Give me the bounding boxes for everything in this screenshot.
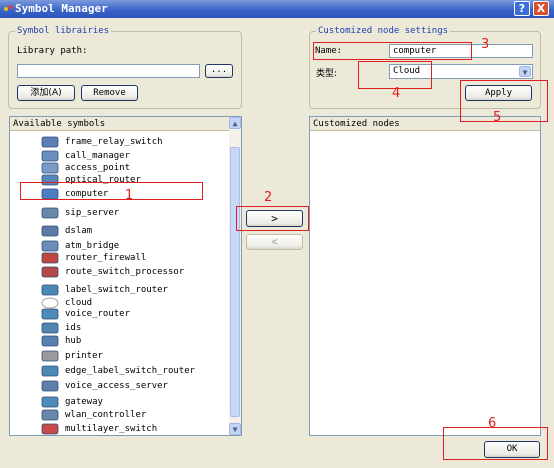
symbol-item-route-switch-processor[interactable]: route_switch_processor [40, 265, 184, 279]
hub-icon [41, 335, 59, 347]
symbol-item-label-switch-router[interactable]: label_switch_router [40, 283, 168, 297]
annotation-label-1: 1 [125, 188, 134, 203]
symbol-item-label: ids [65, 323, 82, 333]
symbol-item-label: printer [65, 351, 103, 361]
router-firewall-icon [41, 252, 59, 264]
voice-access-server-icon [41, 380, 59, 392]
symbol-item-label: multilayer_switch [65, 424, 158, 434]
symbol-item-printer[interactable]: printer [40, 349, 103, 363]
available-symbols-list[interactable]: Available symbols frame_relay_switchcall… [9, 116, 242, 436]
route-switch-processor-icon [41, 266, 59, 278]
symbol-item-label: edge_label_switch_router [65, 366, 196, 376]
symbol-item-ids[interactable]: ids [40, 321, 81, 335]
symbol-item-label: voice_access_server [65, 381, 168, 391]
library-path-label: Library path: [17, 46, 88, 56]
printer-icon [41, 350, 59, 362]
annotation-box-2 [236, 206, 309, 231]
annotation-label-2: 2 [264, 190, 273, 205]
symbol-item-label: voice_router [65, 309, 131, 319]
symbol-item-label: call_manager [65, 151, 131, 161]
available-symbols-scrollbar[interactable]: ▲ ▼ [229, 117, 241, 435]
remove-library-button[interactable]: Remove [81, 85, 138, 101]
symbol-item-frame-relay-switch[interactable]: frame_relay_switch [40, 135, 163, 149]
symbol-item-dslam[interactable]: dslam [40, 224, 92, 238]
browse-button[interactable]: ... [205, 64, 233, 78]
symbol-item-label: access_point [65, 163, 131, 173]
annotation-label-6: 6 [488, 416, 497, 431]
symbol-item-sip-server[interactable]: sip_server [40, 206, 119, 220]
scrollbar-thumb[interactable] [230, 147, 240, 417]
scroll-down-icon[interactable]: ▼ [229, 423, 241, 435]
annotation-label-4: 4 [392, 86, 401, 101]
available-symbols-header: Available symbols [10, 117, 229, 131]
help-button[interactable]: ? [514, 1, 530, 16]
symbol-item-router-firewall[interactable]: router_firewall [40, 251, 146, 265]
annotation-box-3 [313, 42, 472, 60]
close-button[interactable]: X [533, 1, 549, 16]
edge-label-switch-router-icon [41, 365, 59, 377]
symbol-item-label: label_switch_router [65, 285, 168, 295]
symbol-item-label: atm_bridge [65, 241, 120, 251]
label-switch-router-icon [41, 284, 59, 296]
annotation-label-5: 5 [493, 110, 502, 125]
symbol-item-label: sip_server [65, 208, 120, 218]
symbol-item-label: frame_relay_switch [65, 137, 163, 147]
add-library-button[interactable]: 添加(A) [17, 85, 75, 101]
symbol-item-label: wlan_controller [65, 410, 147, 420]
annotation-box-4 [358, 61, 432, 89]
symbol-item-label: route_switch_processor [65, 267, 185, 277]
sip-server-icon [41, 207, 59, 219]
frame-relay-switch-icon [41, 136, 59, 148]
symbol-item-hub[interactable]: hub [40, 334, 81, 348]
symbol-item-multilayer-switch[interactable]: multilayer_switch [40, 422, 157, 436]
library-path-input[interactable] [17, 64, 200, 78]
scroll-up-icon[interactable]: ▲ [229, 117, 241, 129]
symbol-item-edge-label-switch-router[interactable]: edge_label_switch_router [40, 364, 195, 378]
customized-node-settings-title: Customized node settings [316, 26, 451, 36]
symbol-item-label: hub [65, 336, 82, 346]
multilayer-switch-icon [41, 423, 59, 435]
symbol-item-label: dslam [65, 226, 93, 236]
symbol-item-voice-router[interactable]: voice_router [40, 307, 130, 321]
voice-router-icon [41, 308, 59, 320]
remove-symbol-button[interactable]: < [246, 234, 303, 250]
annotation-box-6 [443, 427, 548, 460]
symbol-item-label: router_firewall [65, 253, 147, 263]
wlan-controller-icon [41, 409, 59, 421]
app-icon [4, 5, 13, 11]
symbol-item-wlan-controller[interactable]: wlan_controller [40, 408, 146, 422]
annotation-label-3: 3 [481, 37, 490, 52]
symbol-libraries-title: Symbol librairies [15, 26, 112, 36]
customized-nodes-list[interactable]: Customized nodes [309, 116, 541, 436]
annotation-box-5 [460, 80, 548, 122]
type-label: 类型: [316, 69, 338, 79]
ids-icon [41, 322, 59, 334]
symbol-item-gateway[interactable]: gateway [40, 395, 103, 409]
symbol-item-voice-access-server[interactable]: voice_access_server [40, 379, 168, 393]
chevron-down-icon[interactable]: ▼ [519, 66, 531, 77]
symbol-item-label: gateway [65, 397, 103, 407]
annotation-box-1 [20, 182, 203, 200]
window-title: Symbol Manager [15, 2, 108, 15]
dslam-icon [41, 225, 59, 237]
gateway-icon [41, 396, 59, 408]
